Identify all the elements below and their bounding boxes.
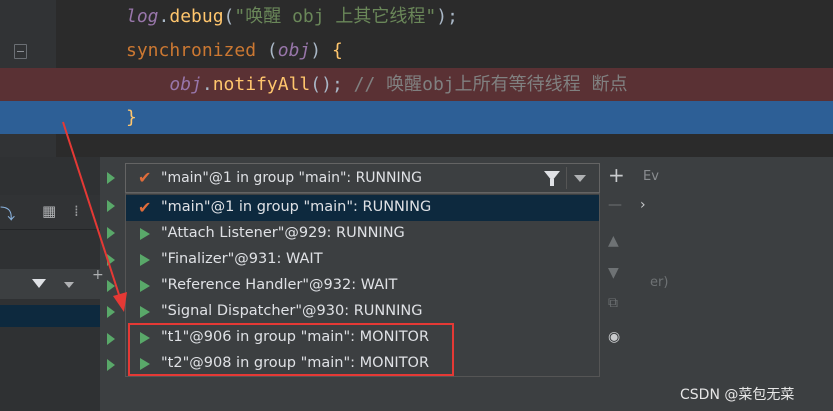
watermark: CSDN @菜包无菜	[680, 387, 795, 403]
annotation-arrow	[62, 121, 127, 312]
annotation-arrow-line	[62, 121, 123, 305]
annotation-arrow-head	[113, 292, 127, 312]
